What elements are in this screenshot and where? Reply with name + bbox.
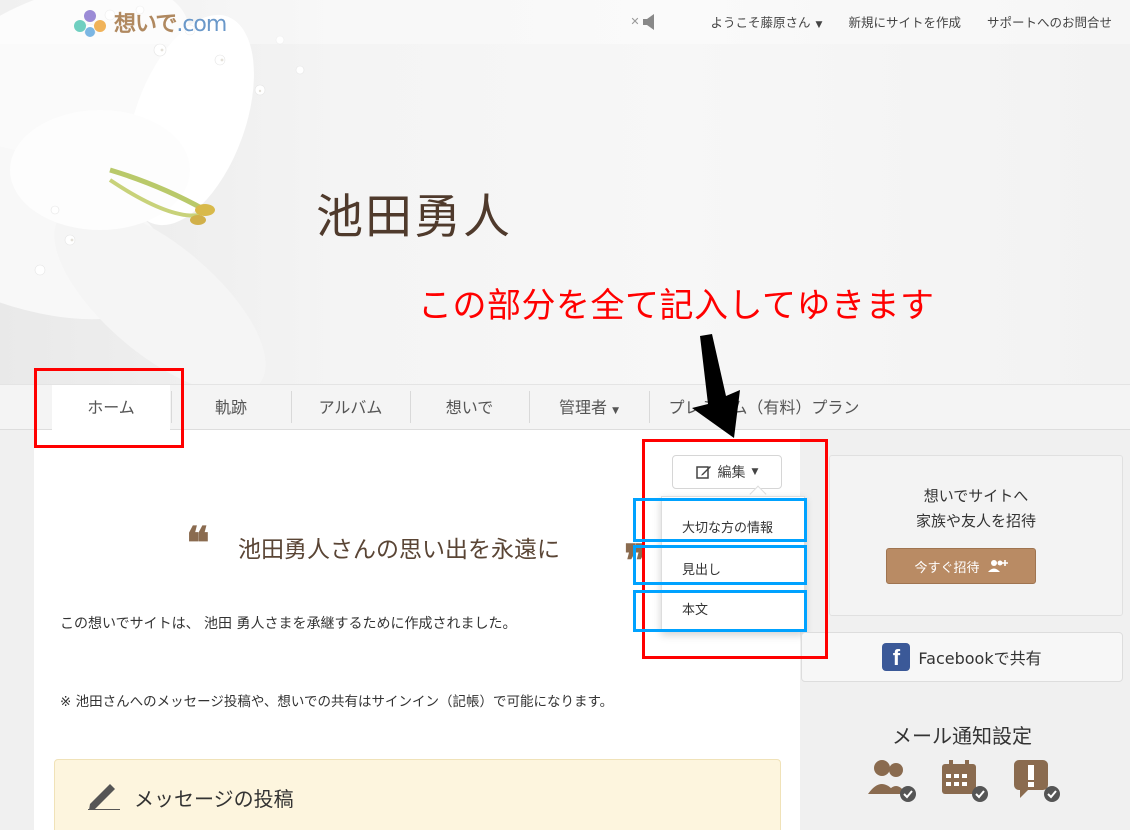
tab-admin[interactable]: 管理者 ▼ — [529, 385, 649, 430]
speaker-icon — [642, 13, 654, 30]
add-user-icon — [987, 560, 1008, 572]
sound-toggle[interactable]: ✕ — [630, 13, 654, 30]
invite-heading-line2: 家族や友人を招待 — [915, 512, 1036, 530]
annotation-text: この部分を全て記入してゆきます — [418, 286, 935, 326]
quote-open-icon: ❝ — [186, 518, 210, 569]
mail-notification-title: メール通知設定 — [892, 724, 1032, 748]
caret-down-icon: ▼ — [612, 406, 620, 416]
support-link[interactable]: サポートへのお問合せ — [987, 12, 1112, 31]
alert-check-icon[interactable] — [1012, 758, 1062, 804]
caret-down-icon: ▼ — [815, 20, 823, 30]
highlight-item-heading — [633, 545, 807, 585]
invite-heading-line1: 想いでサイトへ — [923, 487, 1029, 505]
highlight-item-body — [633, 590, 807, 632]
facebook-share-button[interactable]: f Facebookで共有 — [801, 632, 1123, 682]
logo-mark-icon — [74, 10, 106, 37]
site-logo[interactable]: 想いで.com — [70, 6, 227, 38]
invite-card — [829, 455, 1123, 616]
invite-now-button[interactable]: 今すぐ招待 — [886, 548, 1036, 584]
create-site-link[interactable]: 新規にサイトを作成 — [848, 12, 961, 31]
logo-text: 想いで.com — [114, 12, 227, 37]
mail-notification-options — [868, 758, 1062, 804]
site-description: この想いでサイトは、 池田 勇人さまを承継するために作成されました。 — [60, 616, 517, 632]
message-post-title: メッセージの投稿 — [134, 787, 294, 811]
lily-flower-image — [0, 0, 305, 384]
signin-notice: ※ 池田さんへのメッセージ投稿や、想いでの共有はサインイン（記帳）で可能になりま… — [60, 694, 614, 710]
calendar-check-icon[interactable] — [940, 758, 990, 804]
tab-memories[interactable]: 想いで — [410, 385, 529, 430]
highlight-item-person-info — [633, 498, 807, 542]
top-navigation: ✕ ようこそ藤原さん ▼ 新規にサイトを作成 サポートへのお問合せ — [630, 12, 1112, 31]
facebook-icon: f — [882, 643, 911, 671]
users-check-icon[interactable] — [868, 758, 918, 804]
tab-timeline[interactable]: 軌跡 — [171, 385, 291, 430]
pen-icon — [88, 784, 120, 810]
user-menu[interactable]: ようこそ藤原さん ▼ — [711, 12, 823, 31]
site-title: 池田勇人 — [316, 190, 512, 245]
arrow-down-icon — [692, 334, 740, 438]
memorial-quote: 池田勇人さんの思い出を永遠に — [238, 537, 560, 563]
highlight-home-tab — [34, 368, 184, 448]
mute-icon: ✕ — [630, 15, 640, 28]
tab-album[interactable]: アルバム — [291, 385, 410, 430]
